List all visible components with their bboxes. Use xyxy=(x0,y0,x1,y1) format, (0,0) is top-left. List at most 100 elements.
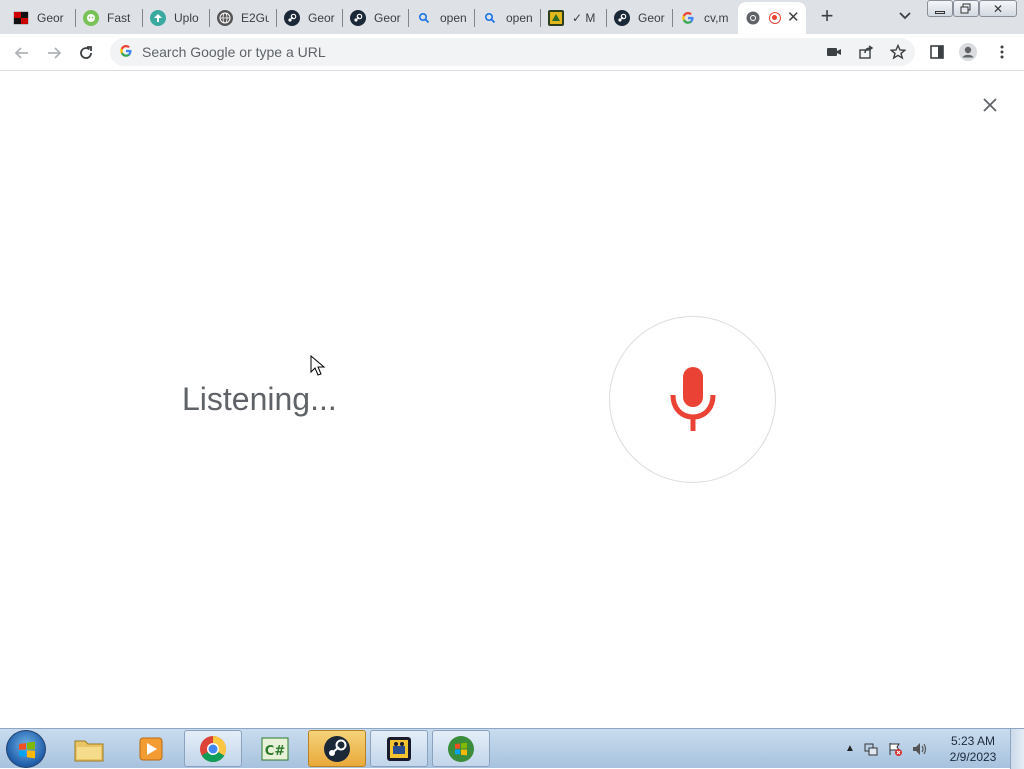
tab-3[interactable]: Uplo xyxy=(143,2,209,34)
show-hidden-icons-icon[interactable]: ▲ xyxy=(845,743,855,757)
omnibox-input[interactable] xyxy=(142,42,822,62)
share-icon xyxy=(859,45,874,59)
tab-active[interactable]: ✕ xyxy=(738,2,806,34)
game-icon xyxy=(387,736,411,761)
arrow-right-icon xyxy=(48,47,62,59)
omnibox[interactable] xyxy=(110,38,915,66)
taskbar-media-player[interactable] xyxy=(122,730,180,767)
menu-button[interactable] xyxy=(992,42,1012,62)
tab-8[interactable]: open xyxy=(475,2,541,34)
start-button[interactable] xyxy=(6,730,46,768)
mic-button[interactable] xyxy=(609,316,776,483)
taskbar-chrome[interactable] xyxy=(184,730,242,767)
tab-close-icon[interactable]: ✕ xyxy=(787,10,800,25)
system-tray: ▲ xyxy=(845,741,929,757)
avatar-icon xyxy=(959,43,977,61)
star-icon xyxy=(890,44,906,60)
upload-icon xyxy=(150,10,166,26)
google-icon xyxy=(680,10,696,26)
csharp-icon: C# xyxy=(261,737,289,760)
tab-strip: Geor Fast Uplo E2Gu Geor Geor open open … xyxy=(0,0,1024,34)
browser-toolbar xyxy=(0,34,1024,71)
share-button[interactable] xyxy=(856,42,876,62)
forward-button[interactable] xyxy=(42,41,66,65)
tab-10[interactable]: Geor xyxy=(607,2,673,34)
taskbar-windows[interactable] xyxy=(432,730,490,767)
google-icon xyxy=(119,44,133,61)
profile-button[interactable] xyxy=(958,42,978,62)
svg-text:C#: C# xyxy=(265,744,286,759)
tab-title: Geor xyxy=(374,11,401,25)
tab-title: open xyxy=(440,11,467,25)
media-player-icon xyxy=(139,737,163,760)
globe-icon xyxy=(217,10,233,26)
tab-11[interactable]: cv,m xyxy=(673,2,737,34)
minimize-button[interactable] xyxy=(927,0,953,17)
windows-orb-icon xyxy=(448,735,474,762)
tab-9[interactable]: ✓ M xyxy=(541,2,607,34)
flag-icon xyxy=(13,10,29,26)
game-icon xyxy=(548,10,564,26)
steam-icon xyxy=(324,735,350,762)
restore-button[interactable] xyxy=(953,0,979,17)
tab-1[interactable]: Geor xyxy=(6,2,72,34)
back-button[interactable] xyxy=(10,41,34,65)
tab-title: Geor xyxy=(308,11,335,25)
steam-icon xyxy=(350,10,366,26)
tab-6[interactable]: Geor xyxy=(343,2,409,34)
bookmark-button[interactable] xyxy=(888,42,908,62)
taskbar-explorer[interactable] xyxy=(60,730,118,767)
close-voice-search-button[interactable] xyxy=(979,94,1001,116)
tab-title: Geor xyxy=(37,11,64,25)
kebab-menu-icon xyxy=(1000,45,1004,59)
tab-title: Geor xyxy=(638,11,665,25)
arrow-left-icon xyxy=(14,47,28,59)
reload-icon xyxy=(80,46,92,59)
listening-status-text: Listening... xyxy=(182,381,337,417)
windows-logo-icon xyxy=(19,741,35,759)
recording-indicator-icon xyxy=(769,12,781,24)
tab-title: ✓ M xyxy=(572,11,596,25)
side-panel-button[interactable] xyxy=(927,42,947,62)
clock-time: 5:23 AM xyxy=(950,734,996,748)
new-tab-button[interactable]: + xyxy=(816,5,838,27)
clock-date: 2/9/2023 xyxy=(949,750,997,764)
taskbar-csharp[interactable]: C# xyxy=(246,730,304,767)
tab-title: Fast xyxy=(107,11,131,25)
chevron-down-icon xyxy=(899,12,911,20)
folder-icon xyxy=(74,740,104,761)
camera-access-button[interactable] xyxy=(824,42,844,62)
mouse-cursor-icon xyxy=(310,355,326,376)
search-icon xyxy=(482,10,498,26)
tab-title: open xyxy=(506,11,533,25)
tab-4[interactable]: E2Gu xyxy=(210,2,276,34)
video-camera-icon xyxy=(827,48,841,56)
close-window-button[interactable]: ✕ xyxy=(979,0,1017,17)
tab-7[interactable]: open xyxy=(409,2,475,34)
tab-2[interactable]: Fast xyxy=(76,2,142,34)
voice-search-overlay: Listening... xyxy=(0,71,1024,728)
windows-taskbar: C# ▲ 5:23 AM 2/9/2023 xyxy=(0,728,1024,769)
taskbar-game[interactable] xyxy=(370,730,428,767)
android-icon xyxy=(83,10,99,26)
close-icon: ✕ xyxy=(992,1,1004,16)
microphone-icon xyxy=(670,366,715,431)
volume-icon[interactable] xyxy=(911,741,929,757)
minimize-icon xyxy=(935,10,945,14)
show-desktop-button[interactable] xyxy=(1010,729,1024,769)
chrome-icon xyxy=(200,735,227,762)
network-icon[interactable] xyxy=(863,741,879,757)
reload-button[interactable] xyxy=(74,41,98,65)
tab-5[interactable]: Geor xyxy=(277,2,343,34)
search-icon xyxy=(416,10,432,26)
tab-title: Uplo xyxy=(174,11,199,25)
action-center-icon[interactable] xyxy=(887,741,903,757)
close-icon xyxy=(983,98,997,112)
taskbar-clock[interactable]: 5:23 AM 2/9/2023 xyxy=(940,733,1006,765)
chrome-icon xyxy=(745,10,761,26)
steam-icon xyxy=(614,10,630,26)
restore-icon xyxy=(960,3,971,14)
side-panel-icon xyxy=(930,45,944,59)
tab-search-button[interactable] xyxy=(896,7,914,25)
taskbar-steam[interactable] xyxy=(308,730,366,767)
